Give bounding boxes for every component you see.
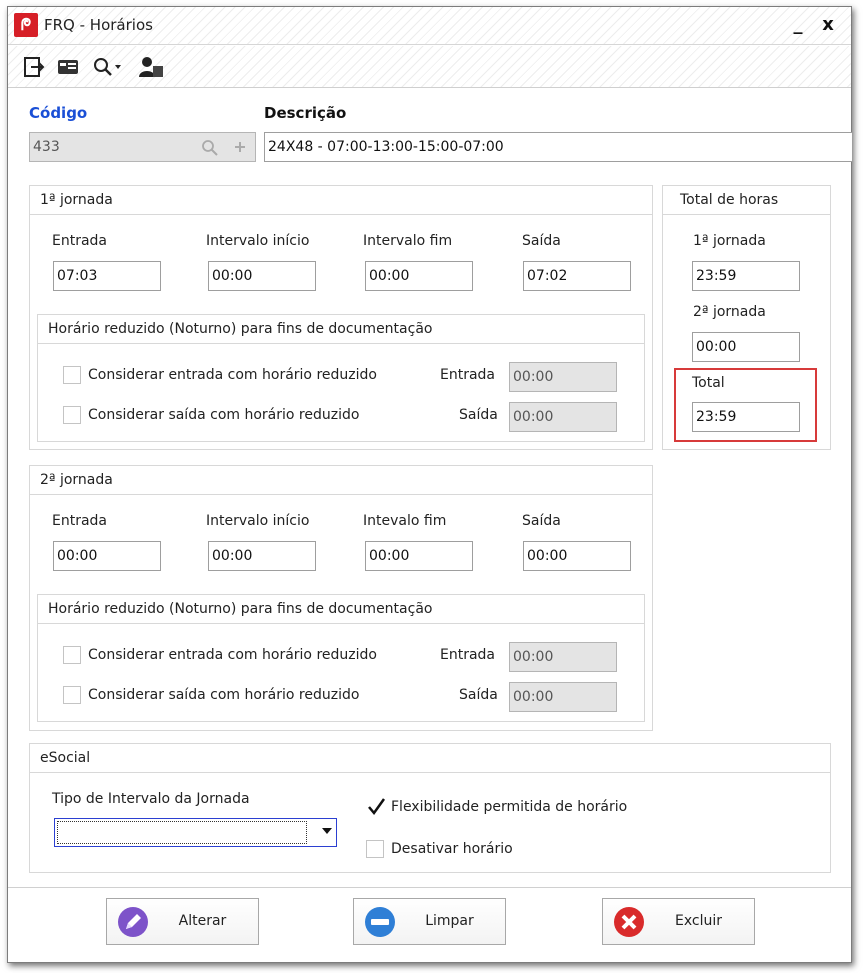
codigo-field[interactable]: 433 xyxy=(29,132,256,162)
tipo-intervalo-label: Tipo de Intervalo da Jornada xyxy=(52,791,250,807)
alterar-label: Alterar xyxy=(178,913,227,929)
jornada2-entrada-label: Entrada xyxy=(52,513,108,529)
jornada1-saida-reduzida-label: Considerar saída com horário reduzido xyxy=(88,407,360,423)
alterar-button[interactable]: Alterar xyxy=(106,898,259,945)
exit-icon[interactable] xyxy=(22,55,46,79)
jornada1-saida-reduzida-checkbox[interactable] xyxy=(63,406,81,424)
user-icon[interactable] xyxy=(137,55,165,79)
checkmark-icon xyxy=(368,798,386,816)
chevron-down-icon[interactable] xyxy=(322,828,332,834)
total-j1-field[interactable]: 23:59 xyxy=(692,261,800,291)
jornada2-saida-reduzida-label: Considerar saída com horário reduzido xyxy=(88,687,360,703)
jornada2-entrada-reduzida-checkbox[interactable] xyxy=(63,646,81,664)
jornada1-entrada-field[interactable]: 07:03 xyxy=(53,261,161,291)
search-icon[interactable] xyxy=(201,139,219,157)
jornada2-reduzido-entrada-label: Entrada xyxy=(440,647,496,663)
jornada2-intervalo-fim-label: Intevalo fim xyxy=(363,513,447,529)
jornada2-reduzido-saida-label: Saída xyxy=(459,687,498,703)
flexibilidade-checkbox[interactable] xyxy=(366,798,386,816)
jornada1-saida-field[interactable]: 07:02 xyxy=(523,261,631,291)
jornada1-intervalo-inicio-label: Intervalo início xyxy=(206,233,310,249)
jornada1-reduzido-saida-label: Saída xyxy=(459,407,498,423)
jornada1-entrada-reduzida-checkbox[interactable] xyxy=(63,366,81,384)
app-logo-icon: ᖘ xyxy=(14,13,38,37)
jornada1-reduzido-saida-field[interactable]: 00:00 xyxy=(509,402,617,432)
limpar-button[interactable]: Limpar xyxy=(353,898,506,945)
total-horas-title: Total de horas xyxy=(663,186,830,215)
jornada2-saida-label: Saída xyxy=(522,513,561,529)
minimize-button[interactable]: _ xyxy=(784,11,812,39)
jornada2-intervalo-inicio-field[interactable]: 00:00 xyxy=(208,541,316,571)
add-icon[interactable] xyxy=(234,141,246,153)
total-j2-field[interactable]: 00:00 xyxy=(692,332,800,362)
jornada2-reduzido-title: Horário reduzido (Noturno) para fins de … xyxy=(38,595,644,624)
excluir-label: Excluir xyxy=(675,913,722,929)
jornada1-entrada-label: Entrada xyxy=(52,233,108,249)
jornada2-saida-reduzida-checkbox[interactable] xyxy=(63,686,81,704)
horarios-window: ᖘ FRQ - Horários _ x Código Descrição 43… xyxy=(7,6,853,963)
limpar-label: Limpar xyxy=(425,913,474,929)
jornada1-intervalo-inicio-field[interactable]: 00:00 xyxy=(208,261,316,291)
desativar-label: Desativar horário xyxy=(391,841,513,857)
jornada2-reduzido-entrada-field[interactable]: 00:00 xyxy=(509,642,617,672)
codigo-value: 433 xyxy=(33,139,60,155)
jornada1-reduzido-title: Horário reduzido (Noturno) para fins de … xyxy=(38,315,644,344)
flexibilidade-label: Flexibilidade permitida de horário xyxy=(391,799,628,815)
jornada2-intervalo-inicio-label: Intervalo início xyxy=(206,513,310,529)
jornada1-reduzido-entrada-label: Entrada xyxy=(440,367,496,383)
codigo-label: Código xyxy=(29,104,88,122)
total-j1-label: 1ª jornada xyxy=(693,233,766,249)
jornada2-entrada-field[interactable]: 00:00 xyxy=(53,541,161,571)
jornada1-entrada-reduzida-label: Considerar entrada com horário reduzido xyxy=(88,367,377,383)
jornada1-title: 1ª jornada xyxy=(30,186,652,215)
window-title: FRQ - Horários xyxy=(44,16,153,34)
jornada2-intervalo-fim-field[interactable]: 00:00 xyxy=(365,541,473,571)
footer-divider xyxy=(8,887,851,888)
jornada1-saida-label: Saída xyxy=(522,233,561,249)
total-j2-label: 2ª jornada xyxy=(693,304,766,320)
excluir-button[interactable]: Excluir xyxy=(602,898,755,945)
search-dropdown-icon[interactable] xyxy=(91,55,123,79)
esocial-title: eSocial xyxy=(30,744,830,773)
descricao-label: Descrição xyxy=(264,104,347,122)
total-field[interactable]: 23:59 xyxy=(692,402,800,432)
close-button[interactable]: x xyxy=(814,11,842,39)
jornada1-intervalo-fim-field[interactable]: 00:00 xyxy=(365,261,473,291)
total-label: Total xyxy=(692,375,725,391)
card-icon[interactable] xyxy=(56,55,80,79)
jornada2-title: 2ª jornada xyxy=(30,466,652,495)
desativar-checkbox[interactable] xyxy=(366,840,384,858)
tipo-intervalo-select[interactable] xyxy=(54,818,337,847)
jornada1-intervalo-fim-label: Intervalo fim xyxy=(363,233,453,249)
tipo-intervalo-value xyxy=(57,821,307,844)
toolbar xyxy=(8,46,851,88)
jornada2-saida-field[interactable]: 00:00 xyxy=(523,541,631,571)
title-bar: ᖘ FRQ - Horários _ x xyxy=(8,7,851,45)
jornada1-reduzido-entrada-field[interactable]: 00:00 xyxy=(509,362,617,392)
jornada2-reduzido-saida-field[interactable]: 00:00 xyxy=(509,682,617,712)
jornada2-entrada-reduzida-label: Considerar entrada com horário reduzido xyxy=(88,647,377,663)
descricao-field[interactable]: 24X48 - 07:00-13:00-15:00-07:00 xyxy=(264,132,853,162)
